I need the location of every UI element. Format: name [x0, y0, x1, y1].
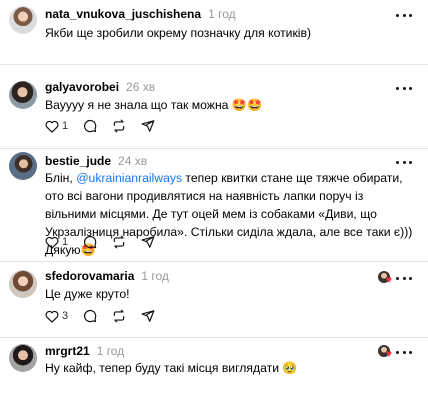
comment: sfedorovamaria 1 год ♥ Це дуже круто! 3: [0, 262, 428, 337]
comment-icon: [84, 119, 97, 133]
comment: galyavorobei 26 хв Вауууу я не знала що …: [0, 65, 428, 148]
like-button[interactable]: 3: [45, 310, 68, 323]
repost-icon: [113, 119, 125, 133]
comment-actions: 1: [45, 119, 155, 133]
like-count: 1: [62, 236, 69, 248]
timestamp: 1 год: [96, 344, 125, 358]
comment-header: sfedorovamaria 1 год: [45, 269, 169, 283]
more-icon[interactable]: [396, 349, 412, 355]
repost-button[interactable]: [112, 235, 126, 249]
comment-header: nata_vnukova_juschishena 1 год: [45, 7, 236, 21]
author-liked-icon: ♥: [378, 270, 398, 286]
reply-button[interactable]: [83, 309, 97, 323]
mention-link[interactable]: @ukrainianrailways: [76, 171, 182, 185]
timestamp: 1 год: [208, 7, 236, 21]
comment-text-start: Блін,: [45, 171, 77, 185]
comment-icon: [84, 235, 97, 249]
like-count: 1: [62, 120, 69, 132]
share-icon: [141, 310, 155, 322]
username[interactable]: galyavorobei: [45, 80, 119, 94]
reply-button[interactable]: [83, 119, 97, 133]
heart-icon: [45, 310, 59, 323]
comment-text: Це дуже круто!: [45, 287, 130, 301]
more-icon[interactable]: [396, 275, 412, 281]
more-icon[interactable]: [396, 159, 412, 165]
share-button[interactable]: [141, 235, 155, 249]
comment-header: bestie_jude 24 хв: [45, 154, 147, 168]
avatar[interactable]: [9, 344, 37, 372]
author-liked-icon: ♥: [378, 344, 398, 360]
heart-icon: [45, 236, 59, 249]
more-icon[interactable]: [396, 12, 412, 18]
username[interactable]: sfedorovamaria: [45, 269, 134, 283]
repost-icon: [113, 235, 125, 249]
like-button[interactable]: 1: [45, 120, 68, 133]
comment: mrgrt21 1 год ♥ Ну кайф, тепер буду такі…: [0, 338, 428, 406]
comment-actions: 1: [45, 235, 155, 249]
avatar[interactable]: [9, 81, 37, 109]
timestamp: 24 хв: [118, 154, 148, 168]
timestamp: 1 год: [141, 269, 169, 283]
username[interactable]: nata_vnukova_juschishena: [45, 7, 201, 21]
share-button[interactable]: [141, 309, 155, 323]
avatar[interactable]: [9, 152, 37, 180]
share-icon: [141, 120, 155, 132]
repost-button[interactable]: [112, 119, 126, 133]
repost-icon: [113, 309, 125, 323]
comment-icon: [84, 309, 97, 323]
avatar[interactable]: [9, 270, 37, 298]
more-icon[interactable]: [396, 85, 412, 91]
repost-button[interactable]: [112, 309, 126, 323]
comment: nata_vnukova_juschishena 1 год Якби ще з…: [0, 0, 428, 64]
like-count: 3: [62, 310, 69, 322]
comment-text: Ну кайф, тепер буду такі місця виглядати…: [45, 361, 298, 375]
comment-header: mrgrt21 1 год: [45, 344, 124, 358]
comment-actions: 3: [45, 309, 155, 323]
share-icon: [141, 236, 155, 248]
reply-button[interactable]: [83, 235, 97, 249]
username[interactable]: mrgrt21: [45, 344, 90, 358]
like-button[interactable]: 1: [45, 236, 68, 249]
comment-text: Вауууу я не знала що так можна 🤩🤩: [45, 98, 263, 112]
heart-icon: [45, 120, 59, 133]
username[interactable]: bestie_jude: [45, 154, 111, 168]
comment-text: Якби ще зробили окрему позначку для коти…: [45, 26, 312, 40]
comment-header: galyavorobei 26 хв: [45, 80, 155, 94]
avatar[interactable]: [9, 6, 37, 34]
timestamp: 26 хв: [126, 80, 156, 94]
comment: bestie_jude 24 хв Блін, @ukrainianrailwa…: [0, 149, 428, 262]
share-button[interactable]: [141, 119, 155, 133]
